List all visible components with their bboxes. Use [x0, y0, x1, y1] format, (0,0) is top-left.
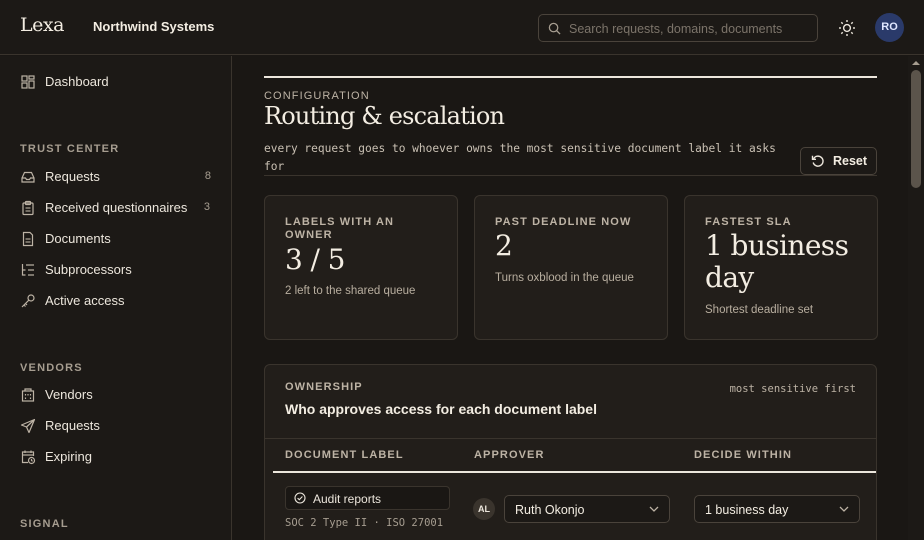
stat-sub: Shortest deadline set	[705, 304, 814, 316]
sidebar-item-active-access[interactable]: Active access	[0, 289, 231, 313]
stat-card-labels-owned: LABELS WITH AN OWNER 3 / 5 2 left to the…	[264, 195, 458, 340]
stat-value: 2	[495, 229, 513, 262]
divider	[264, 76, 877, 78]
stat-sub: 2 left to the shared queue	[285, 285, 416, 297]
stat-value: 3 / 5	[285, 243, 345, 276]
inbox-icon	[21, 171, 35, 183]
search-box[interactable]	[538, 14, 818, 42]
check-circle-icon	[294, 492, 306, 504]
org-name[interactable]: Northwind Systems	[93, 19, 214, 34]
key-icon	[21, 294, 35, 308]
stat-label: FASTEST SLA	[705, 216, 792, 228]
panel-title: Who approves access for each document la…	[285, 401, 597, 417]
sidebar-item-label: Documents	[45, 231, 111, 246]
scrollbar-thumb[interactable]	[911, 70, 921, 188]
divider	[273, 471, 876, 473]
section-title-trust-center: TRUST CENTER	[20, 143, 120, 155]
sort-hint: most sensitive first	[729, 383, 856, 395]
section-title-vendors: VENDORS	[20, 362, 83, 374]
ownership-panel: OWNERSHIP most sensitive first Who appro…	[264, 364, 877, 540]
clipboard-icon	[22, 200, 34, 216]
document-label: Audit reports	[313, 492, 382, 506]
sidebar-item-label: Received questionnaires	[45, 200, 188, 215]
column-header-approver: APPROVER	[474, 449, 545, 461]
document-label-frameworks: SOC 2 Type II · ISO 27001	[285, 517, 444, 529]
divider	[264, 175, 877, 176]
stat-card-past-deadline: PAST DEADLINE NOW 2 Turns oxblood in the…	[474, 195, 668, 340]
panel-eyebrow: OWNERSHIP	[285, 381, 363, 393]
sidebar-item-dashboard[interactable]: Dashboard	[0, 70, 231, 94]
sidebar-item-label: Expiring	[45, 449, 92, 464]
page-eyebrow: CONFIGURATION	[264, 90, 370, 102]
chevron-down-icon	[649, 506, 659, 512]
sidebar-item-label: Active access	[45, 293, 125, 308]
rotate-ccw-icon	[811, 155, 824, 167]
sidebar: Dashboard TRUST CENTER Requests 8 Receiv…	[0, 56, 232, 540]
sidebar-item-expiring[interactable]: Expiring	[0, 445, 231, 469]
divider	[265, 438, 876, 439]
grid-icon	[21, 75, 35, 89]
decide-within-value: 1 business day	[705, 503, 789, 517]
stat-sub: Turns oxblood in the queue	[495, 272, 634, 284]
sidebar-item-subprocessors[interactable]: Subprocessors	[0, 258, 231, 282]
sidebar-item-label: Vendors	[45, 387, 93, 402]
stat-value: 1 business day	[705, 229, 849, 294]
sidebar-item-label: Subprocessors	[45, 262, 132, 277]
count-badge: 3	[203, 201, 210, 213]
calendar-clock-icon	[21, 450, 36, 465]
approver-value: Ruth Okonjo	[515, 503, 585, 517]
sidebar-item-label: Requests	[45, 169, 100, 184]
approver-select[interactable]: Ruth Okonjo	[504, 495, 670, 523]
sidebar-item-documents[interactable]: Documents	[0, 227, 231, 251]
search-icon	[548, 22, 561, 35]
section-title-signal: SIGNAL	[20, 518, 69, 530]
search-input[interactable]	[569, 19, 809, 38]
decide-within-select[interactable]: 1 business day	[694, 495, 860, 523]
app-logo[interactable]: Lexa	[20, 14, 64, 36]
stat-label: LABELS WITH AN OWNER	[285, 216, 395, 241]
approver-avatar: AL	[473, 498, 495, 520]
stat-card-fastest-sla: FASTEST SLA 1 business day Shortest dead…	[684, 195, 878, 340]
sidebar-item-label: Requests	[45, 418, 100, 433]
sidebar-item-requests[interactable]: Requests 8	[0, 165, 231, 189]
document-label-chip: Audit reports	[285, 486, 450, 510]
page-title: Routing & escalation	[264, 102, 505, 130]
column-header-decide-within: DECIDE WITHIN	[694, 449, 793, 461]
reset-label: Reset	[833, 154, 868, 168]
sidebar-item-label: Dashboard	[45, 74, 109, 89]
chevron-down-icon	[839, 506, 849, 512]
reset-button[interactable]: Reset	[800, 147, 877, 175]
document-icon	[22, 231, 34, 247]
list-tree-icon	[21, 264, 34, 276]
user-avatar[interactable]: RO	[875, 13, 904, 42]
stat-label: PAST DEADLINE NOW	[495, 216, 632, 228]
column-header-document-label: DOCUMENT LABEL	[285, 449, 404, 461]
sidebar-item-vendor-requests[interactable]: Requests	[0, 414, 231, 438]
sun-icon[interactable]	[837, 18, 857, 38]
sidebar-item-received-questionnaires[interactable]: Received questionnaires 3	[0, 196, 231, 220]
sidebar-item-vendors[interactable]: Vendors	[0, 383, 231, 407]
page-description: every request goes to whoever owns the m…	[264, 142, 776, 173]
main-content: CONFIGURATION Routing & escalation every…	[232, 56, 908, 540]
send-icon	[20, 418, 36, 434]
count-badge: 8	[204, 170, 211, 182]
scroll-up-arrow-icon[interactable]	[911, 60, 921, 66]
building-icon	[21, 388, 35, 402]
top-bar: Lexa Northwind Systems RO	[0, 0, 924, 55]
